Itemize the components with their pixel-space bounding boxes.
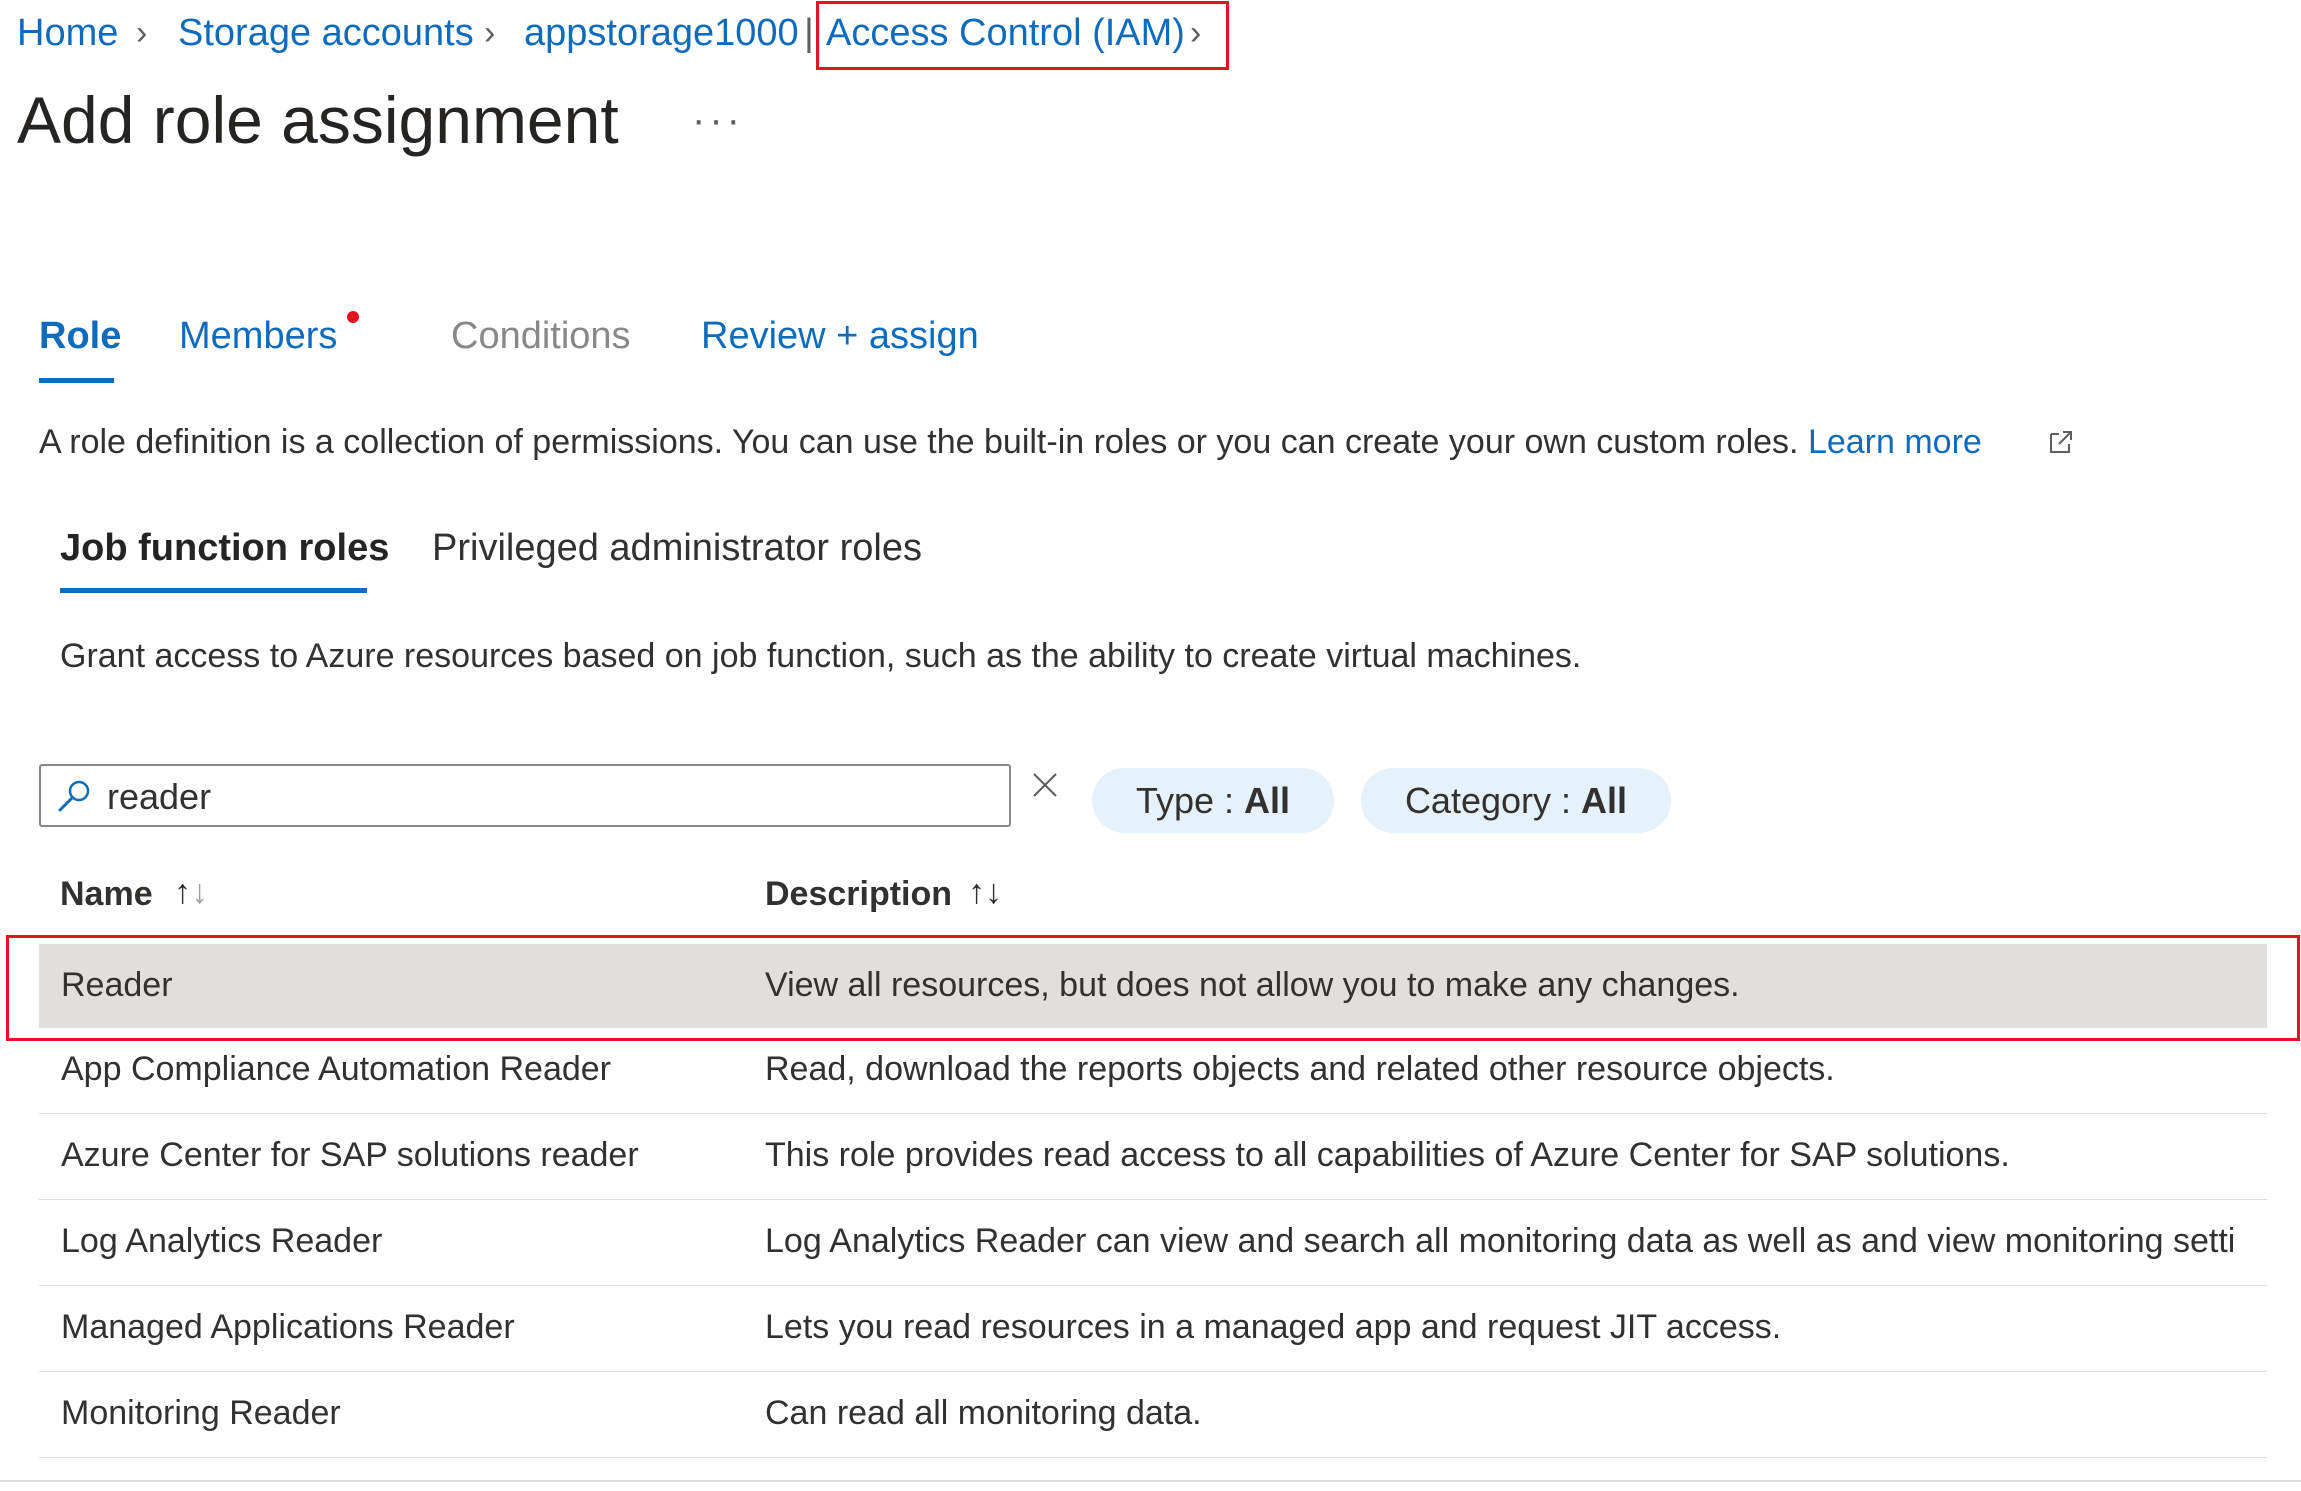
table-row[interactable]: Azure Center for SAP solutions reader Th… [39, 1114, 2267, 1200]
category-filter-label: Category : [1404, 780, 1582, 821]
role-name: App Compliance Automation Reader [61, 1050, 611, 1088]
divider [0, 1480, 2301, 1482]
tab-role-underline [39, 378, 114, 383]
category-filter-pill[interactable]: Category : All [1361, 768, 1671, 833]
tab-job-function-roles[interactable]: Job function roles [60, 527, 389, 570]
chevron-right-icon: › [484, 14, 496, 52]
learn-more-link[interactable]: Learn more [1808, 423, 1982, 461]
validation-dot-icon [347, 311, 359, 323]
table-row[interactable]: Managed Applications Reader Lets you rea… [39, 1286, 2267, 1372]
type-filter-pill[interactable]: Type : All [1092, 768, 1334, 833]
column-header-name[interactable]: Name [60, 875, 153, 914]
role-description-text: A role definition is a collection of per… [39, 423, 1799, 461]
role-name: Managed Applications Reader [61, 1308, 515, 1346]
sort-icon[interactable]: ↑↓ [174, 873, 208, 912]
external-link-icon[interactable] [2047, 428, 2075, 456]
role-description: Can read all monitoring data. [765, 1394, 1202, 1432]
role-name: Log Analytics Reader [61, 1222, 383, 1260]
clear-search-icon[interactable] [1030, 770, 1060, 800]
tab-privileged-admin-roles[interactable]: Privileged administrator roles [432, 527, 922, 570]
role-name: Monitoring Reader [61, 1394, 341, 1432]
chevron-right-icon: › [136, 14, 148, 52]
highlight-box-breadcrumb [816, 1, 1229, 70]
highlight-box-selected-row [6, 935, 2300, 1041]
role-name: Azure Center for SAP solutions reader [61, 1136, 639, 1174]
role-description: Log Analytics Reader can view and search… [765, 1222, 2236, 1260]
tab-members[interactable]: Members [179, 315, 337, 358]
search-icon [58, 780, 90, 812]
breadcrumb-appstorage[interactable]: appstorage1000 [524, 12, 799, 55]
breadcrumb-pipe: | [804, 12, 814, 54]
breadcrumb-home[interactable]: Home [17, 12, 118, 55]
table-row[interactable]: Log Analytics Reader Log Analytics Reade… [39, 1200, 2267, 1286]
tab-conditions: Conditions [451, 315, 631, 357]
type-filter-label: Type : [1135, 780, 1245, 821]
table-row[interactable]: Monitoring Reader Can read all monitorin… [39, 1372, 2267, 1458]
role-description: Read, download the reports objects and r… [765, 1050, 1835, 1088]
page-title: Add role assignment [17, 83, 619, 157]
role-description: A role definition is a collection of per… [39, 423, 1982, 462]
tab-role[interactable]: Role [39, 315, 121, 358]
more-options-icon[interactable]: ··· [692, 98, 744, 143]
sort-icon[interactable]: ↑↓ [968, 873, 1002, 912]
tab-review-assign[interactable]: Review + assign [701, 315, 979, 358]
breadcrumb-storage-accounts[interactable]: Storage accounts [178, 12, 474, 55]
search-input-value[interactable]: reader [107, 776, 211, 818]
type-filter-value: All [1244, 780, 1291, 821]
tab-job-function-underline [60, 588, 367, 593]
role-description: This role provides read access to all ca… [765, 1136, 2010, 1174]
job-function-description: Grant access to Azure resources based on… [60, 637, 1582, 675]
column-header-description[interactable]: Description [765, 875, 952, 914]
category-filter-value: All [1581, 780, 1628, 821]
search-input[interactable]: reader [39, 764, 1011, 827]
role-description: Lets you read resources in a managed app… [765, 1308, 1782, 1346]
